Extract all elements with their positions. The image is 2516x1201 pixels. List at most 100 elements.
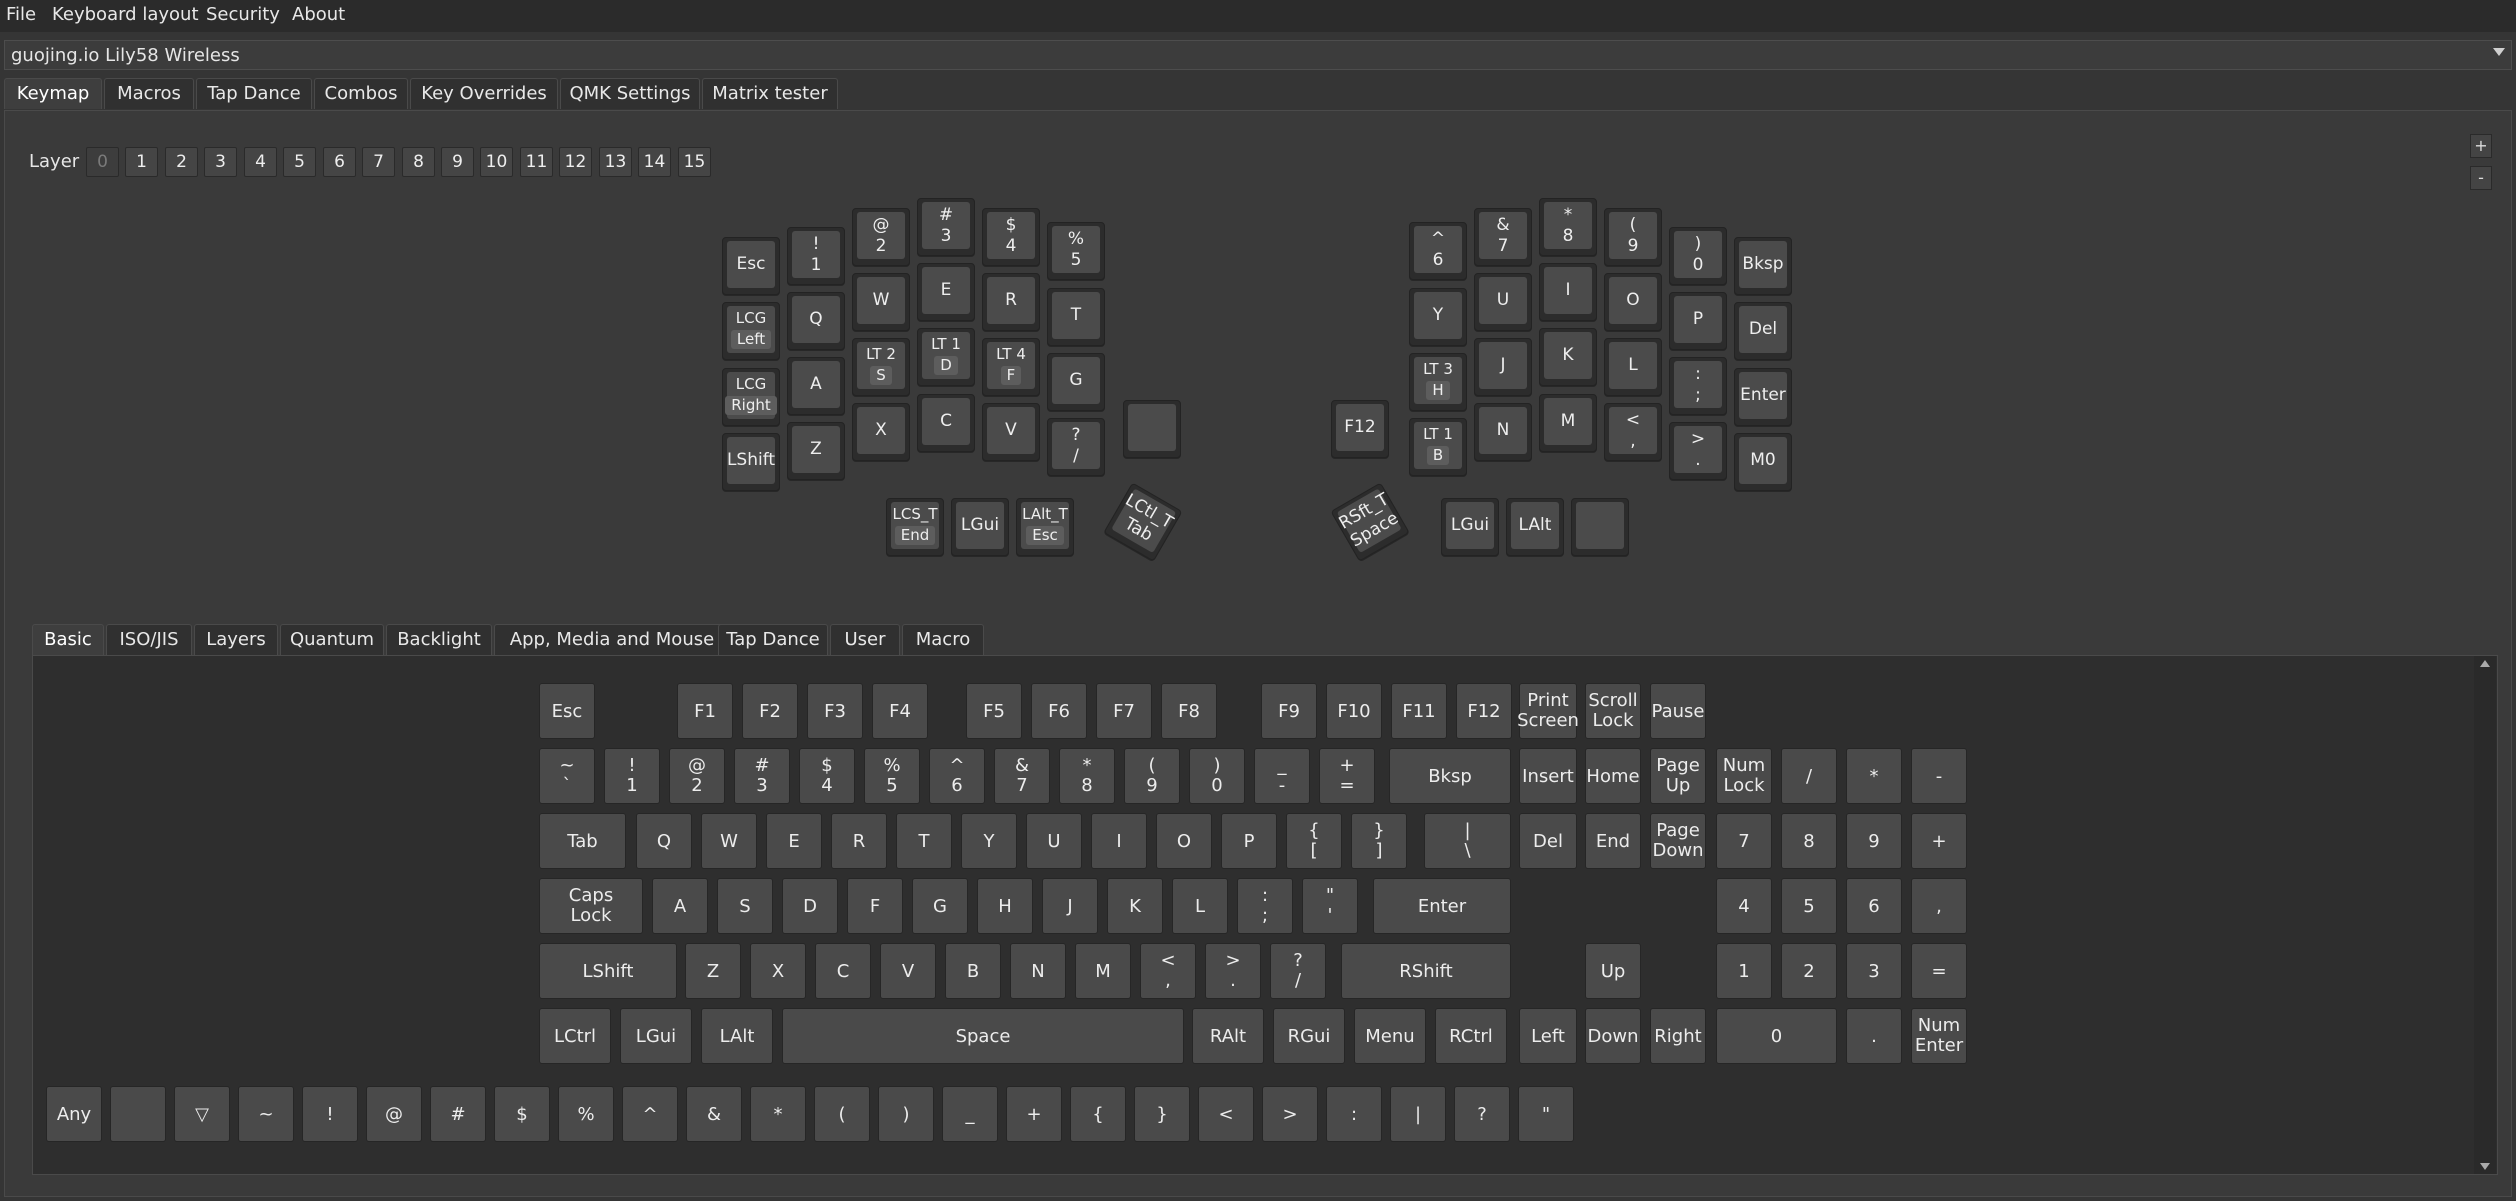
- basic-key-90[interactable]: 3: [1846, 943, 1902, 999]
- shifted-key-2[interactable]: ▽: [174, 1086, 230, 1142]
- basic-key-11[interactable]: F11: [1391, 683, 1447, 739]
- keymap-key-30[interactable]: & 7: [1474, 208, 1532, 266]
- basic-key-33[interactable]: Num Lock: [1716, 748, 1772, 804]
- shifted-key-14[interactable]: _: [942, 1086, 998, 1142]
- keymap-key-47[interactable]: F12: [1331, 400, 1389, 458]
- keymap-key-25[interactable]: LCS_T End: [886, 498, 944, 556]
- basic-key-97[interactable]: RGui: [1273, 1008, 1345, 1064]
- keymap-key-23[interactable]: ? /: [1047, 418, 1105, 476]
- keymap-key-16[interactable]: LT 4F: [982, 338, 1040, 396]
- menu-security[interactable]: Security: [206, 4, 280, 25]
- shifted-key-5[interactable]: @: [366, 1086, 422, 1142]
- tab-tap-dance[interactable]: Tap Dance: [196, 78, 312, 109]
- layer-button-2[interactable]: 2: [165, 147, 198, 177]
- layer-button-8[interactable]: 8: [402, 147, 435, 177]
- basic-key-0[interactable]: Esc: [539, 683, 595, 739]
- basic-key-46[interactable]: O: [1156, 813, 1212, 869]
- basic-key-35[interactable]: *: [1846, 748, 1902, 804]
- basic-key-32[interactable]: Page Up: [1650, 748, 1706, 804]
- tab-keymap[interactable]: Keymap: [4, 78, 102, 109]
- keymap-key-48[interactable]: LT 1B: [1409, 418, 1467, 476]
- basic-key-94[interactable]: LAlt: [701, 1008, 773, 1064]
- keymap-key-7[interactable]: Q: [787, 292, 845, 350]
- keymap-key-55[interactable]: LGui: [1441, 498, 1499, 556]
- basic-key-100[interactable]: Left: [1519, 1008, 1577, 1064]
- keymap-key-43[interactable]: K: [1539, 328, 1597, 386]
- basic-key-62[interactable]: F: [847, 878, 903, 934]
- keymap-key-45[interactable]: :;: [1669, 357, 1727, 415]
- keycode-tab-2[interactable]: Layers: [194, 624, 278, 655]
- basic-key-14[interactable]: Scroll Lock: [1585, 683, 1641, 739]
- basic-key-37[interactable]: Tab: [539, 813, 626, 869]
- basic-key-69[interactable]: " ': [1302, 878, 1358, 934]
- keymap-key-33[interactable]: ) 0: [1669, 227, 1727, 285]
- keymap-key-57[interactable]: [1571, 498, 1629, 556]
- layer-button-11[interactable]: 11: [520, 147, 553, 177]
- shifted-key-19[interactable]: >: [1262, 1086, 1318, 1142]
- basic-key-64[interactable]: H: [977, 878, 1033, 934]
- keymap-key-0[interactable]: Esc: [722, 237, 780, 295]
- keymap-key-35[interactable]: Y: [1409, 288, 1467, 346]
- basic-key-65[interactable]: J: [1042, 878, 1098, 934]
- basic-key-102[interactable]: Right: [1650, 1008, 1706, 1064]
- basic-key-51[interactable]: Del: [1519, 813, 1577, 869]
- tab-macros[interactable]: Macros: [104, 78, 194, 109]
- basic-key-31[interactable]: Home: [1585, 748, 1641, 804]
- keymap-key-10[interactable]: R: [982, 273, 1040, 331]
- basic-key-71[interactable]: 4: [1716, 878, 1772, 934]
- keymap-key-9[interactable]: E: [917, 263, 975, 321]
- shifted-key-6[interactable]: #: [430, 1086, 486, 1142]
- keymap-key-24[interactable]: [1123, 400, 1181, 458]
- tab-key-overrides[interactable]: Key Overrides: [410, 78, 558, 109]
- basic-key-53[interactable]: Page Down: [1650, 813, 1706, 869]
- basic-key-16[interactable]: ~ `: [539, 748, 595, 804]
- basic-key-9[interactable]: F9: [1261, 683, 1317, 739]
- layer-button-15[interactable]: 15: [678, 147, 711, 177]
- basic-key-76[interactable]: Z: [685, 943, 741, 999]
- basic-key-8[interactable]: F8: [1161, 683, 1217, 739]
- basic-key-5[interactable]: F5: [966, 683, 1022, 739]
- basic-key-10[interactable]: F10: [1326, 683, 1382, 739]
- basic-key-95[interactable]: Space: [782, 1008, 1184, 1064]
- shifted-key-21[interactable]: |: [1390, 1086, 1446, 1142]
- keymap-key-37[interactable]: I: [1539, 263, 1597, 321]
- basic-key-81[interactable]: N: [1010, 943, 1066, 999]
- keymap-key-15[interactable]: LT 1D: [917, 328, 975, 386]
- layer-button-14[interactable]: 14: [638, 147, 671, 177]
- keymap-key-2[interactable]: @2: [852, 208, 910, 266]
- basic-key-84[interactable]: >.: [1205, 943, 1261, 999]
- tab-combos[interactable]: Combos: [314, 78, 408, 109]
- tab-qmk-settings[interactable]: QMK Settings: [560, 78, 700, 109]
- keymap-key-31[interactable]: * 8: [1539, 198, 1597, 256]
- keymap-key-20[interactable]: X: [852, 403, 910, 461]
- basic-key-17[interactable]: ! 1: [604, 748, 660, 804]
- menu-about[interactable]: About: [292, 4, 345, 25]
- shifted-key-23[interactable]: ": [1518, 1086, 1574, 1142]
- keymap-key-18[interactable]: LShift: [722, 433, 780, 491]
- basic-key-70[interactable]: Enter: [1373, 878, 1511, 934]
- shifted-key-10[interactable]: &: [686, 1086, 742, 1142]
- basic-key-60[interactable]: S: [717, 878, 773, 934]
- keymap-key-44[interactable]: L: [1604, 338, 1662, 396]
- basic-key-61[interactable]: D: [782, 878, 838, 934]
- zoom-in-button[interactable]: +: [2470, 134, 2492, 158]
- basic-key-43[interactable]: Y: [961, 813, 1017, 869]
- keymap-key-13[interactable]: A: [787, 357, 845, 415]
- basic-key-49[interactable]: }]: [1351, 813, 1407, 869]
- basic-key-2[interactable]: F2: [742, 683, 798, 739]
- tab-matrix-tester[interactable]: Matrix tester: [702, 78, 838, 109]
- keymap-key-12[interactable]: LCG Right: [722, 368, 780, 426]
- basic-key-7[interactable]: F7: [1096, 683, 1152, 739]
- keymap-key-46[interactable]: Enter: [1734, 368, 1792, 426]
- basic-key-27[interactable]: _ -: [1254, 748, 1310, 804]
- basic-key-18[interactable]: @2: [669, 748, 725, 804]
- keycode-tab-3[interactable]: Quantum: [280, 624, 384, 655]
- menu-keyboard-layout[interactable]: Keyboard layout: [52, 4, 199, 25]
- palette-scrollbar[interactable]: [2474, 656, 2496, 1174]
- layer-button-3[interactable]: 3: [204, 147, 237, 177]
- keymap-key-34[interactable]: Bksp: [1734, 237, 1792, 295]
- basic-key-78[interactable]: C: [815, 943, 871, 999]
- basic-key-47[interactable]: P: [1221, 813, 1277, 869]
- keymap-key-42[interactable]: J: [1474, 338, 1532, 396]
- keymap-key-39[interactable]: P: [1669, 292, 1727, 350]
